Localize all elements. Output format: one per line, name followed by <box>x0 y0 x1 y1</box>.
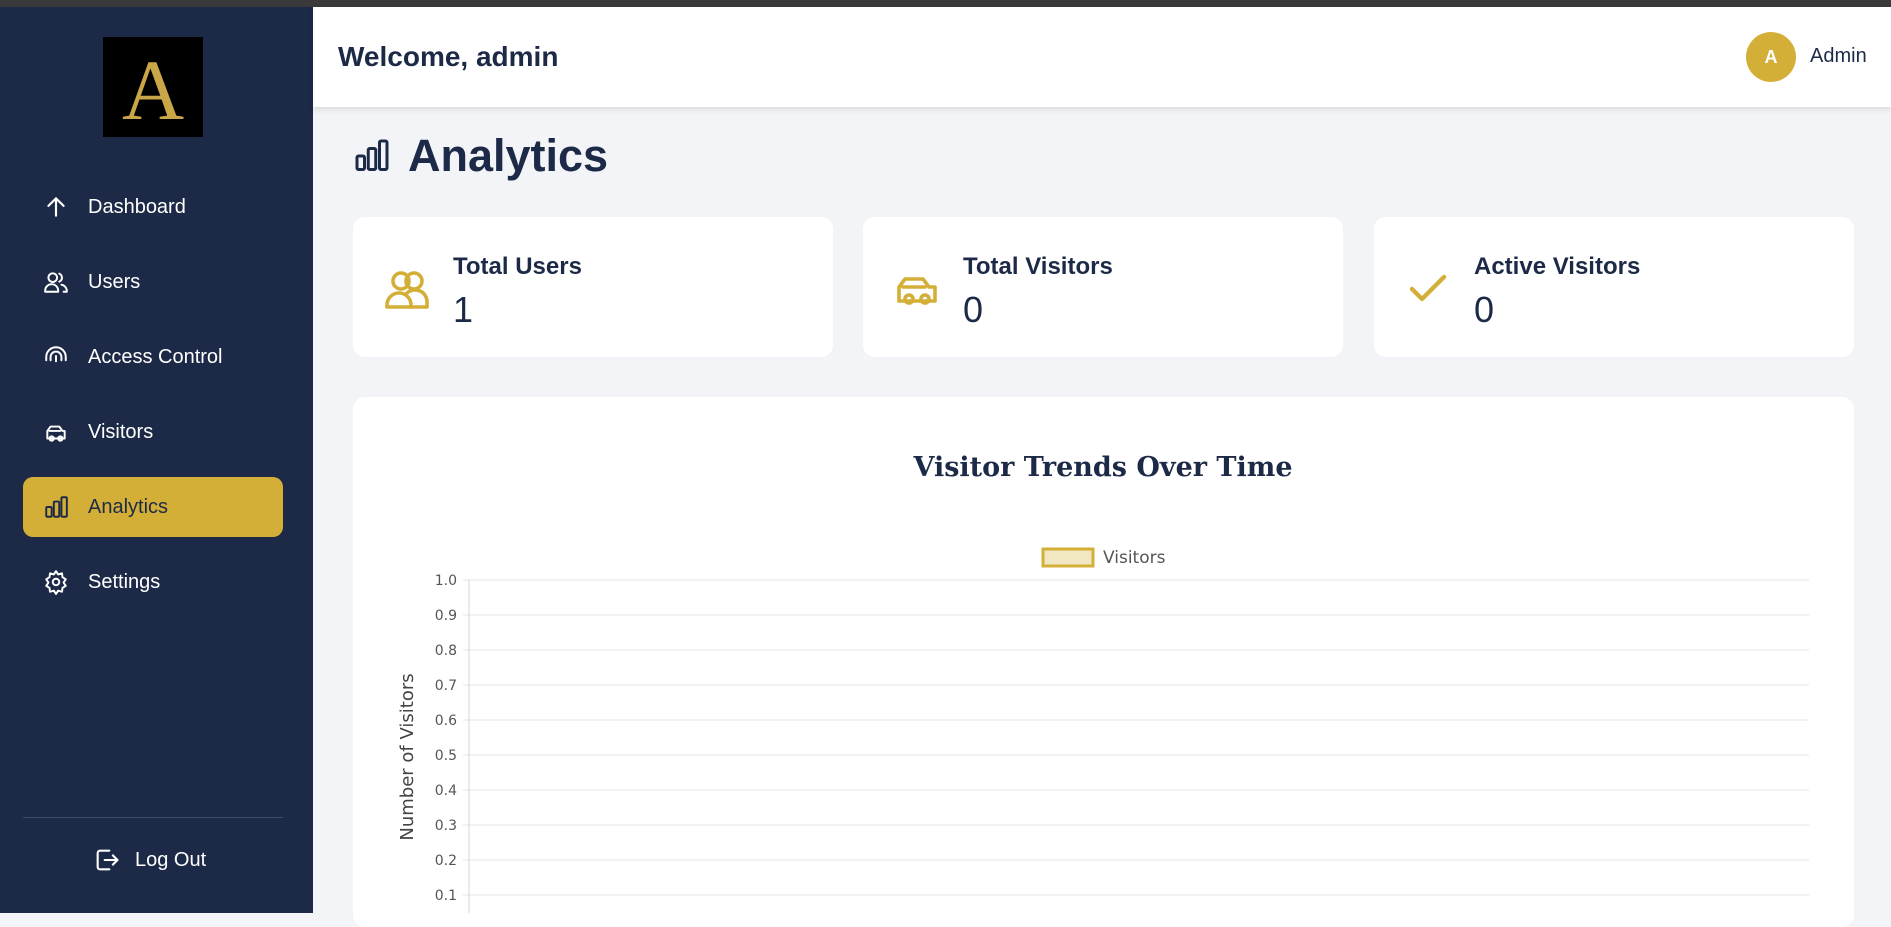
page-title: Analytics <box>408 130 609 181</box>
chart-grid <box>463 579 1809 896</box>
y-tick-label: 0.3 <box>435 818 457 834</box>
y-axis-ticks: 1.0 0.9 0.8 0.7 0.6 0.5 0.4 0.3 0.2 0.1 <box>435 573 457 904</box>
y-tick-label: 0.9 <box>435 608 457 624</box>
y-tick-label: 1.0 <box>435 573 457 589</box>
logout-icon <box>96 849 119 871</box>
gear-icon <box>45 570 67 595</box>
sidebar-item-access-control[interactable]: Access Control <box>23 327 283 387</box>
sidebar-item-label: Visitors <box>88 420 154 443</box>
legend-swatch[interactable] <box>1041 547 1095 568</box>
stat-card-total-visitors: Total Visitors 0 <box>863 217 1343 357</box>
y-tick-label: 0.4 <box>435 783 457 799</box>
sidebar-item-label: Analytics <box>88 495 169 518</box>
sidebar-item-users[interactable]: Users <box>23 252 283 312</box>
y-axis-label: Number of Visitors <box>397 673 418 840</box>
stat-value: 0 <box>963 289 984 330</box>
sidebar-item-dashboard[interactable]: Dashboard <box>23 177 283 237</box>
fingerprint-icon <box>45 346 67 363</box>
stat-value: 1 <box>453 289 474 330</box>
logout-label: Log Out <box>135 848 207 871</box>
stat-label: Total Users <box>453 253 582 280</box>
sidebar-item-label: Access Control <box>88 345 223 368</box>
sidebar-item-settings[interactable]: Settings <box>23 552 283 612</box>
user-name[interactable]: Admin <box>1810 45 1867 68</box>
sidebar-item-label: Settings <box>88 570 161 593</box>
logout-button[interactable]: Log Out <box>93 839 233 881</box>
y-tick-label: 0.1 <box>435 888 457 904</box>
chart-title: Visitor Trends Over Time <box>912 452 1292 483</box>
users-icon <box>44 272 68 293</box>
bar-chart-icon <box>45 496 68 518</box>
y-tick-label: 0.7 <box>435 678 457 694</box>
avatar[interactable]: A <box>1746 32 1796 82</box>
y-tick-label: 0.6 <box>435 713 457 729</box>
car-icon <box>897 277 937 305</box>
sidebar-item-visitors[interactable]: Visitors <box>23 402 283 462</box>
car-icon <box>46 425 66 442</box>
sidebar-item-label: Users <box>88 270 141 293</box>
brand-logo[interactable]: A <box>103 37 203 137</box>
arrow-up-icon <box>47 197 65 217</box>
visitor-trends-chart: Visitor Trends Over Time Visitors 1.0 0.9… <box>397 452 1809 913</box>
stat-card-active-visitors: Active Visitors 0 <box>1374 217 1854 357</box>
sidebar-item-analytics[interactable]: Analytics <box>23 477 283 537</box>
logo-letter: A <box>121 42 185 138</box>
legend-label[interactable]: Visitors <box>1103 548 1166 568</box>
stat-value: 0 <box>1474 289 1495 330</box>
sidebar-divider <box>23 817 283 818</box>
stat-card-total-users: Total Users 1 <box>353 217 833 357</box>
stat-label: Total Visitors <box>963 253 1113 280</box>
chart-card: Visitor Trends Over Time Visitors 1.0 0.9… <box>353 397 1854 927</box>
y-tick-label: 0.8 <box>435 643 457 659</box>
y-tick-label: 0.2 <box>435 853 457 869</box>
page-heading: Analytics <box>354 128 608 184</box>
y-tick-label: 0.5 <box>435 748 457 764</box>
welcome-text: Welcome, admin <box>338 41 559 72</box>
sidebar: A Dashboard Users Access Control Visitor… <box>0 7 313 913</box>
bar-chart-icon <box>355 139 389 171</box>
users-icon <box>385 271 429 309</box>
stat-label: Active Visitors <box>1474 253 1641 280</box>
sidebar-item-label: Dashboard <box>88 195 186 218</box>
top-header: Welcome, admin A Admin <box>313 7 1891 107</box>
browser-top-strip <box>0 0 1891 7</box>
check-icon <box>1409 274 1447 302</box>
